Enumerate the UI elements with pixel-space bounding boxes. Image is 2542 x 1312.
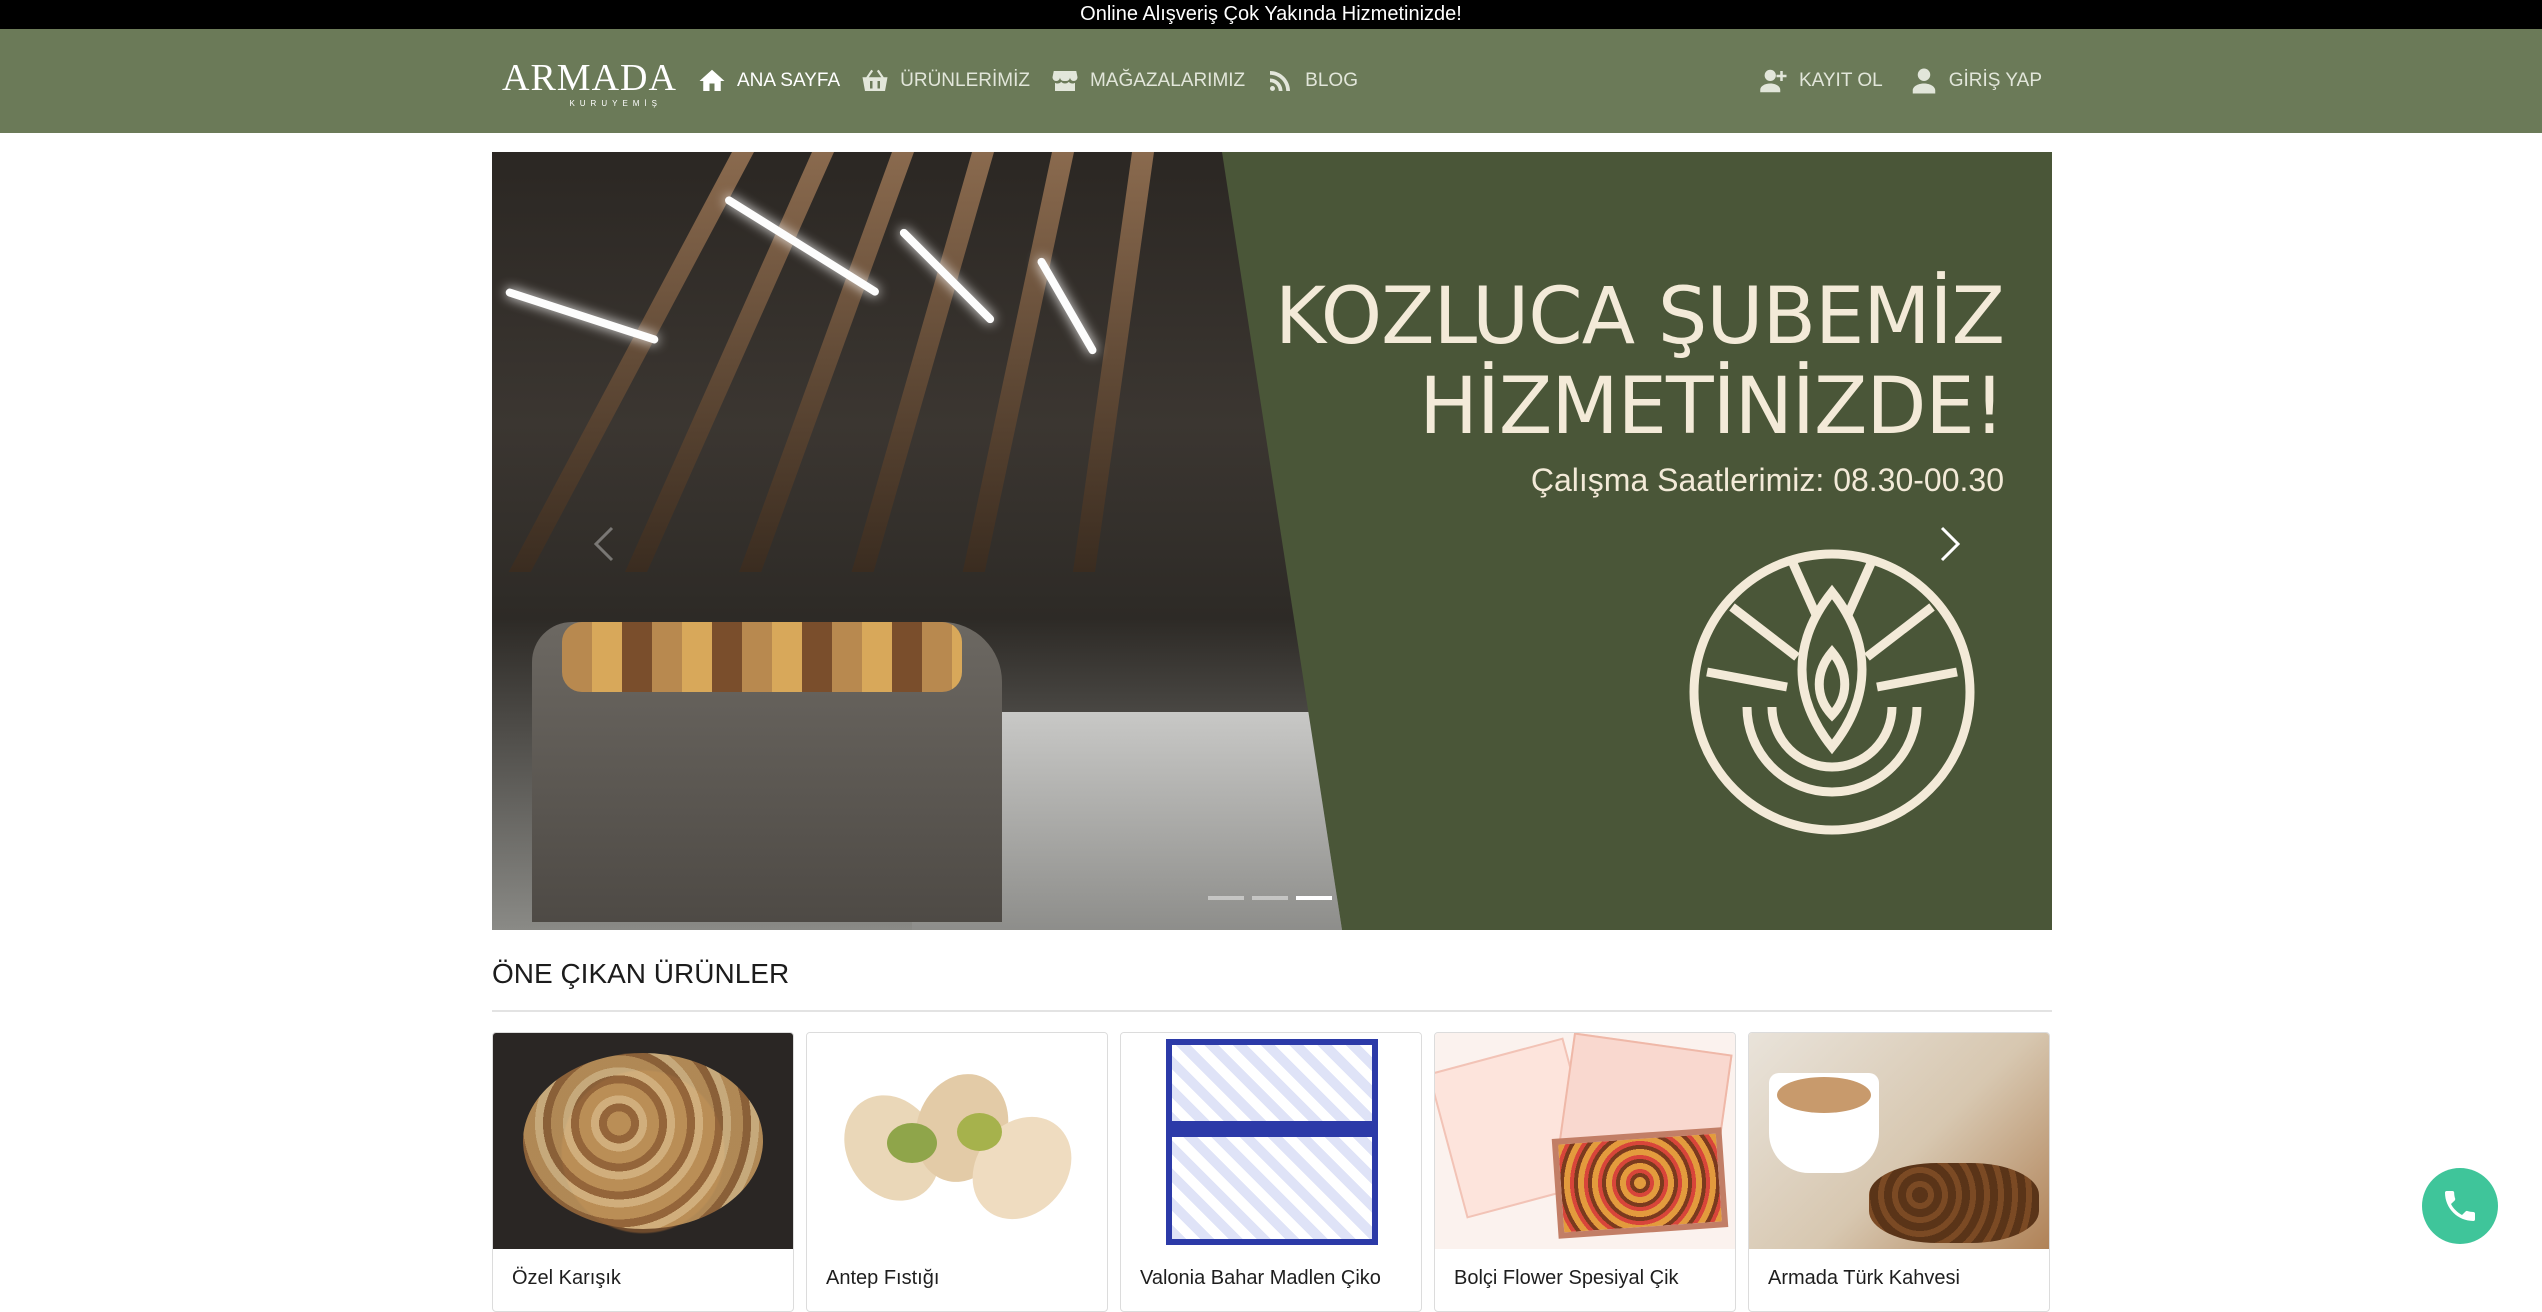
product-image xyxy=(493,1033,793,1249)
announcement-bar: Online Alışveriş Çok Yakında Hizmetinizd… xyxy=(0,0,2542,29)
hero-slider: KOZLUCA ŞUBEMİZ HİZMETİNİZDE! Çalışma Sa… xyxy=(492,152,2052,930)
section-divider xyxy=(492,1010,2052,1012)
slider-dot[interactable] xyxy=(1208,896,1244,900)
nav-label-products: ÜRÜNLERİMİZ xyxy=(900,70,1030,91)
user-icon xyxy=(1912,68,1935,94)
product-name: Antep Fıstığı xyxy=(826,1267,940,1289)
product-name: Özel Karışık xyxy=(512,1267,621,1289)
brand-subtitle: KURUYEMİŞ xyxy=(569,99,662,108)
nav-label-blog: BLOG xyxy=(1305,70,1358,91)
nav-item-stores[interactable]: MAĞAZALARIMIZ xyxy=(1050,66,1245,96)
nav-item-blog[interactable]: BLOG xyxy=(1265,66,1358,96)
basket-icon xyxy=(862,69,888,91)
product-list: Özel Karışık Antep Fıstığı Valonia Bahar… xyxy=(492,1032,2052,1312)
auth-links: KAYIT OL GİRİŞ YAP xyxy=(1759,29,2042,133)
slider-indicators xyxy=(1208,896,1332,900)
login-label: GİRİŞ YAP xyxy=(1948,70,2042,91)
site-header: ARMADA KURUYEMİŞ ANA SAYFA ÜRÜNLERİMİZ M… xyxy=(0,29,2542,133)
ceiling-light xyxy=(1036,256,1098,356)
slider-next-button[interactable] xyxy=(1932,504,1972,584)
brand-seal-icon xyxy=(1689,549,1975,835)
product-card[interactable]: Armada Türk Kahvesi xyxy=(1748,1032,2050,1312)
slide-headline-line1: KOZLUCA ŞUBEMİZ xyxy=(1274,272,2005,362)
ceiling-beam xyxy=(1072,152,1154,572)
slide-headline: KOZLUCA ŞUBEMİZ HİZMETİNİZDE! xyxy=(1274,272,2005,452)
brand-name: ARMADA xyxy=(502,57,677,99)
home-icon xyxy=(699,69,725,91)
product-card[interactable]: Valonia Bahar Madlen Çiko xyxy=(1120,1032,1422,1312)
product-image xyxy=(1121,1033,1421,1249)
user-plus-icon xyxy=(1760,69,1787,93)
nav-item-home[interactable]: ANA SAYFA xyxy=(697,66,840,96)
phone-icon xyxy=(2445,1191,2475,1221)
product-name: Valonia Bahar Madlen Çiko xyxy=(1140,1267,1381,1289)
product-image xyxy=(1749,1033,2049,1249)
nav-label-home: ANA SAYFA xyxy=(737,70,841,91)
ceiling-light xyxy=(504,287,660,345)
nut-display xyxy=(562,622,962,692)
slide-headline-line2: HİZMETİNİZDE! xyxy=(1419,362,2005,452)
product-card[interactable]: Özel Karışık xyxy=(492,1032,794,1312)
nav-label-stores: MAĞAZALARIMIZ xyxy=(1089,70,1246,91)
slide-store-photo xyxy=(492,152,1342,930)
announcement-text: Online Alışveriş Çok Yakında Hizmetinizd… xyxy=(1080,3,1462,25)
brand-logo[interactable]: ARMADA KURUYEMİŞ xyxy=(502,57,677,108)
nav-item-products[interactable]: ÜRÜNLERİMİZ xyxy=(860,66,1030,96)
ceiling-beam xyxy=(962,152,1074,572)
section-title: ÖNE ÇIKAN ÜRÜNLER xyxy=(492,958,790,989)
register-label: KAYIT OL xyxy=(1798,70,1883,91)
chevron-right-icon xyxy=(1940,526,1961,562)
slide-hours: Çalışma Saatlerimiz: 08.30-00.30 xyxy=(1530,462,2004,498)
slider-dot-active[interactable] xyxy=(1296,896,1332,900)
login-link[interactable]: GİRİŞ YAP xyxy=(1909,66,2042,96)
product-card[interactable]: Bolçi Flower Spesiyal Çik xyxy=(1434,1032,1736,1312)
store-icon xyxy=(1052,71,1078,91)
call-button[interactable] xyxy=(2422,1168,2498,1244)
product-name: Bolçi Flower Spesiyal Çik xyxy=(1454,1267,1679,1289)
register-link[interactable]: KAYIT OL xyxy=(1759,66,1883,96)
product-card[interactable]: Antep Fıstığı xyxy=(806,1032,1108,1312)
product-image xyxy=(1435,1033,1735,1249)
product-name: Armada Türk Kahvesi xyxy=(1768,1267,1960,1289)
main-nav: ANA SAYFA ÜRÜNLERİMİZ MAĞAZALARIMIZ BLOG xyxy=(697,29,1358,133)
product-image xyxy=(807,1033,1107,1249)
slider-prev-button[interactable] xyxy=(582,504,622,584)
chevron-left-icon xyxy=(593,526,614,562)
ceiling-beam xyxy=(625,152,834,572)
blog-icon xyxy=(1270,71,1291,91)
slider-dot[interactable] xyxy=(1252,896,1288,900)
